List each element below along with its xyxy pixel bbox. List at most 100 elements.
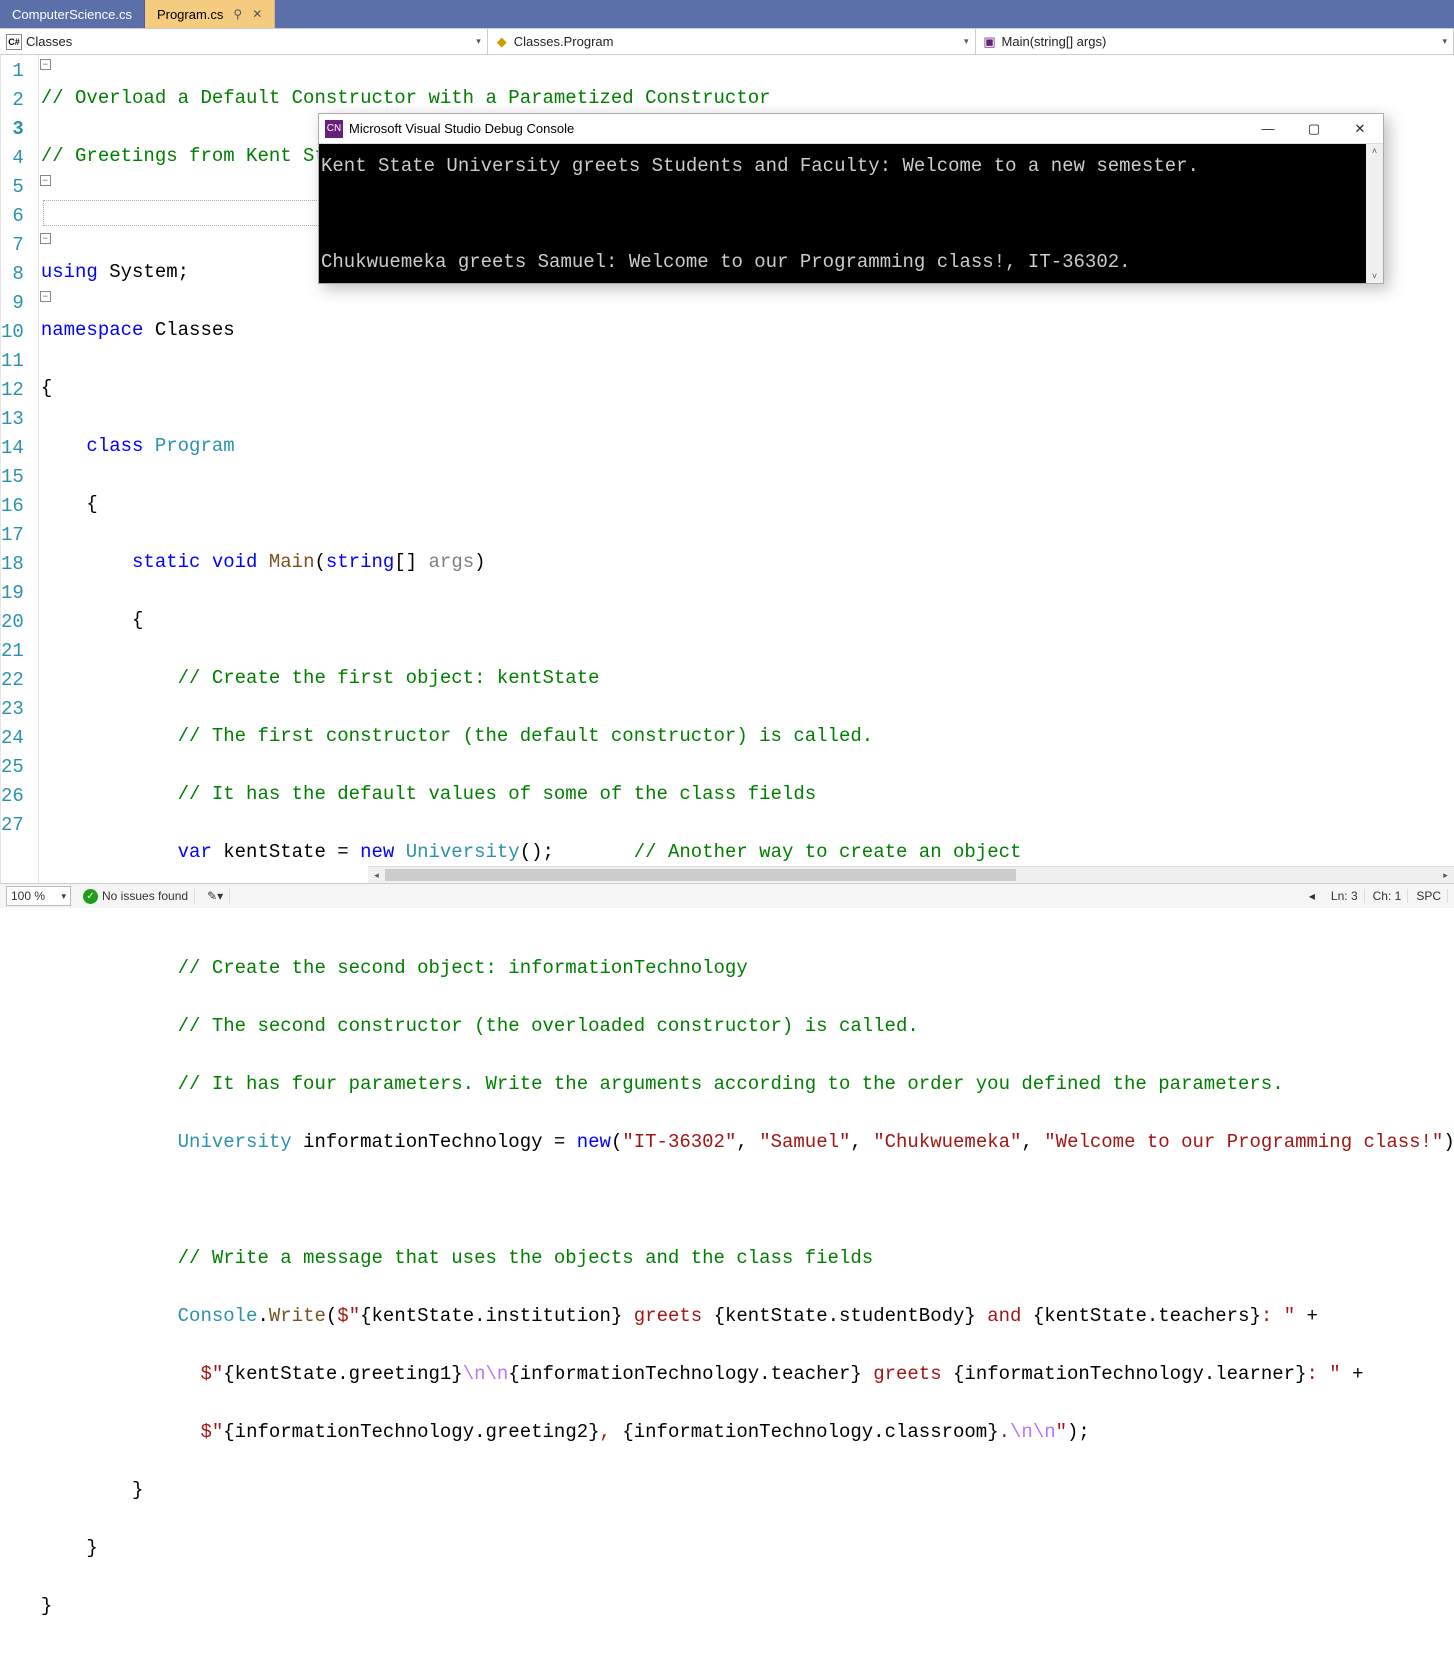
nav-back-icon[interactable]: ◂ bbox=[1309, 889, 1315, 903]
close-icon: ✕ bbox=[1355, 121, 1366, 137]
chevron-down-icon: ▾ bbox=[964, 36, 969, 47]
class-icon: ◆ bbox=[494, 34, 510, 50]
t: [] bbox=[394, 551, 428, 573]
t: // Another way to create an object bbox=[634, 841, 1022, 863]
scroll-down-icon[interactable]: ˅ bbox=[1372, 271, 1377, 281]
nav-scope-dropdown[interactable]: C# Classes ▾ bbox=[0, 29, 488, 54]
t: // The second constructor (the overloade… bbox=[41, 1015, 919, 1037]
chevron-down-icon: ▾ bbox=[476, 36, 481, 47]
line-number: 16 bbox=[1, 492, 38, 521]
chevron-down-icon: ▾ bbox=[61, 891, 66, 902]
status-bar: 100 % ▾ ✓ No issues found ✎▾ ◂ Ln: 3 Ch:… bbox=[0, 883, 1454, 908]
code-empty bbox=[41, 1186, 1454, 1215]
pin-icon[interactable]: ⚲ bbox=[233, 7, 242, 21]
t: // Create the second object: information… bbox=[41, 957, 748, 979]
t: {informationTechnology.classroom} bbox=[622, 1421, 998, 1443]
t: } bbox=[41, 1537, 98, 1559]
line-number: 6 bbox=[1, 202, 38, 231]
zoom-dropdown[interactable]: 100 % ▾ bbox=[6, 886, 71, 906]
t: } bbox=[41, 1595, 52, 1617]
t: { bbox=[41, 377, 52, 399]
line-number: 11 bbox=[1, 347, 38, 376]
line-number: 13 bbox=[1, 405, 38, 434]
t: University bbox=[406, 841, 520, 863]
visualstudio-icon: CN bbox=[325, 120, 343, 138]
line-number: 15 bbox=[1, 463, 38, 492]
scroll-up-icon[interactable]: ˄ bbox=[1372, 146, 1377, 156]
t: string bbox=[326, 551, 394, 573]
tab-label: ComputerScience.cs bbox=[12, 7, 132, 22]
console-scrollbar[interactable]: ˄ ˅ bbox=[1366, 144, 1383, 283]
issues-text: No issues found bbox=[102, 889, 188, 903]
status-ln: Ln: 3 bbox=[1331, 889, 1358, 903]
scroll-left-icon[interactable]: ◂ bbox=[368, 870, 385, 881]
method-icon: ▣ bbox=[982, 34, 998, 50]
t: args bbox=[429, 551, 475, 573]
line-number: 8 bbox=[1, 260, 38, 289]
t: new bbox=[577, 1131, 611, 1153]
t: : " bbox=[1306, 1363, 1340, 1385]
scroll-thumb[interactable] bbox=[385, 869, 1016, 881]
debug-console-window[interactable]: CN Microsoft Visual Studio Debug Console… bbox=[318, 113, 1384, 284]
nav-class-text: Classes.Program bbox=[514, 34, 964, 49]
t: // Create the first object: kentState bbox=[41, 667, 600, 689]
t: greets bbox=[862, 1363, 953, 1385]
maximize-button[interactable]: ▢ bbox=[1291, 114, 1337, 144]
t: ( bbox=[314, 551, 325, 573]
t: {informationTechnology.learner} bbox=[953, 1363, 1306, 1385]
tool-dropdown[interactable]: ✎▾ bbox=[201, 889, 230, 903]
t: informationTechnology = bbox=[292, 1131, 577, 1153]
t: , bbox=[600, 1421, 623, 1443]
t: {informationTechnology.teacher} bbox=[508, 1363, 861, 1385]
t bbox=[41, 1363, 201, 1385]
line-number: 3 bbox=[1, 115, 38, 144]
t: var bbox=[41, 841, 212, 863]
caret-char[interactable]: Ch: 1 bbox=[1367, 889, 1409, 903]
nav-member-text: Main(string[] args) bbox=[1002, 34, 1443, 49]
scroll-right-icon[interactable]: ▸ bbox=[1437, 870, 1454, 881]
status-ch: Ch: 1 bbox=[1373, 889, 1402, 903]
t: (); bbox=[520, 841, 634, 863]
tab-program-active[interactable]: Program.cs ⚲ ✕ bbox=[145, 0, 275, 28]
indent-mode[interactable]: SPC bbox=[1410, 889, 1448, 903]
console-output[interactable]: Kent State University greets Students an… bbox=[319, 144, 1366, 283]
t: greets bbox=[622, 1305, 713, 1327]
caret-line[interactable]: Ln: 3 bbox=[1325, 889, 1365, 903]
t: ) bbox=[474, 551, 485, 573]
t: } bbox=[41, 1479, 144, 1501]
t: Classes bbox=[143, 319, 234, 341]
close-icon[interactable]: ✕ bbox=[252, 7, 262, 21]
t: using bbox=[41, 261, 98, 283]
scroll-track[interactable] bbox=[385, 867, 1437, 883]
minimize-icon: — bbox=[1262, 121, 1275, 136]
t: // Write a message that uses the objects… bbox=[41, 1247, 873, 1269]
maximize-icon: ▢ bbox=[1308, 121, 1320, 137]
t: + bbox=[1295, 1305, 1318, 1327]
t: class bbox=[41, 435, 155, 457]
t bbox=[41, 1131, 178, 1153]
t bbox=[41, 1305, 178, 1327]
close-button[interactable]: ✕ bbox=[1337, 114, 1383, 144]
csharp-icon: C# bbox=[6, 34, 22, 50]
t: {kentState.teachers} bbox=[1033, 1305, 1261, 1327]
navigation-bar: C# Classes ▾ ◆ Classes.Program ▾ ▣ Main(… bbox=[0, 28, 1454, 55]
line-number: 4 bbox=[1, 144, 38, 173]
minimize-button[interactable]: — bbox=[1245, 114, 1291, 144]
status-spc: SPC bbox=[1416, 889, 1441, 903]
horizontal-scrollbar[interactable]: ◂ ▸ bbox=[368, 866, 1454, 883]
t: {kentState.institution} bbox=[360, 1305, 622, 1327]
line-number-gutter: 1 2 3 4 5 6 7 8 9 10 11 12 13 14 15 16 1… bbox=[1, 55, 38, 883]
tab-computerscience[interactable]: ComputerScience.cs bbox=[0, 0, 145, 28]
nav-class-dropdown[interactable]: ◆ Classes.Program ▾ bbox=[488, 29, 976, 54]
line-number: 23 bbox=[1, 695, 38, 724]
line-number: 1 bbox=[1, 57, 38, 86]
issues-indicator[interactable]: ✓ No issues found bbox=[77, 889, 195, 904]
t: System; bbox=[98, 261, 189, 283]
nav-scope-text: Classes bbox=[26, 34, 476, 49]
line-number: 9 bbox=[1, 289, 38, 318]
nav-member-dropdown[interactable]: ▣ Main(string[] args) ▾ bbox=[976, 29, 1454, 54]
line-number: 21 bbox=[1, 637, 38, 666]
console-line: Kent State University greets Students an… bbox=[321, 155, 1199, 177]
console-titlebar[interactable]: CN Microsoft Visual Studio Debug Console… bbox=[319, 114, 1383, 144]
line-number: 10 bbox=[1, 318, 38, 347]
